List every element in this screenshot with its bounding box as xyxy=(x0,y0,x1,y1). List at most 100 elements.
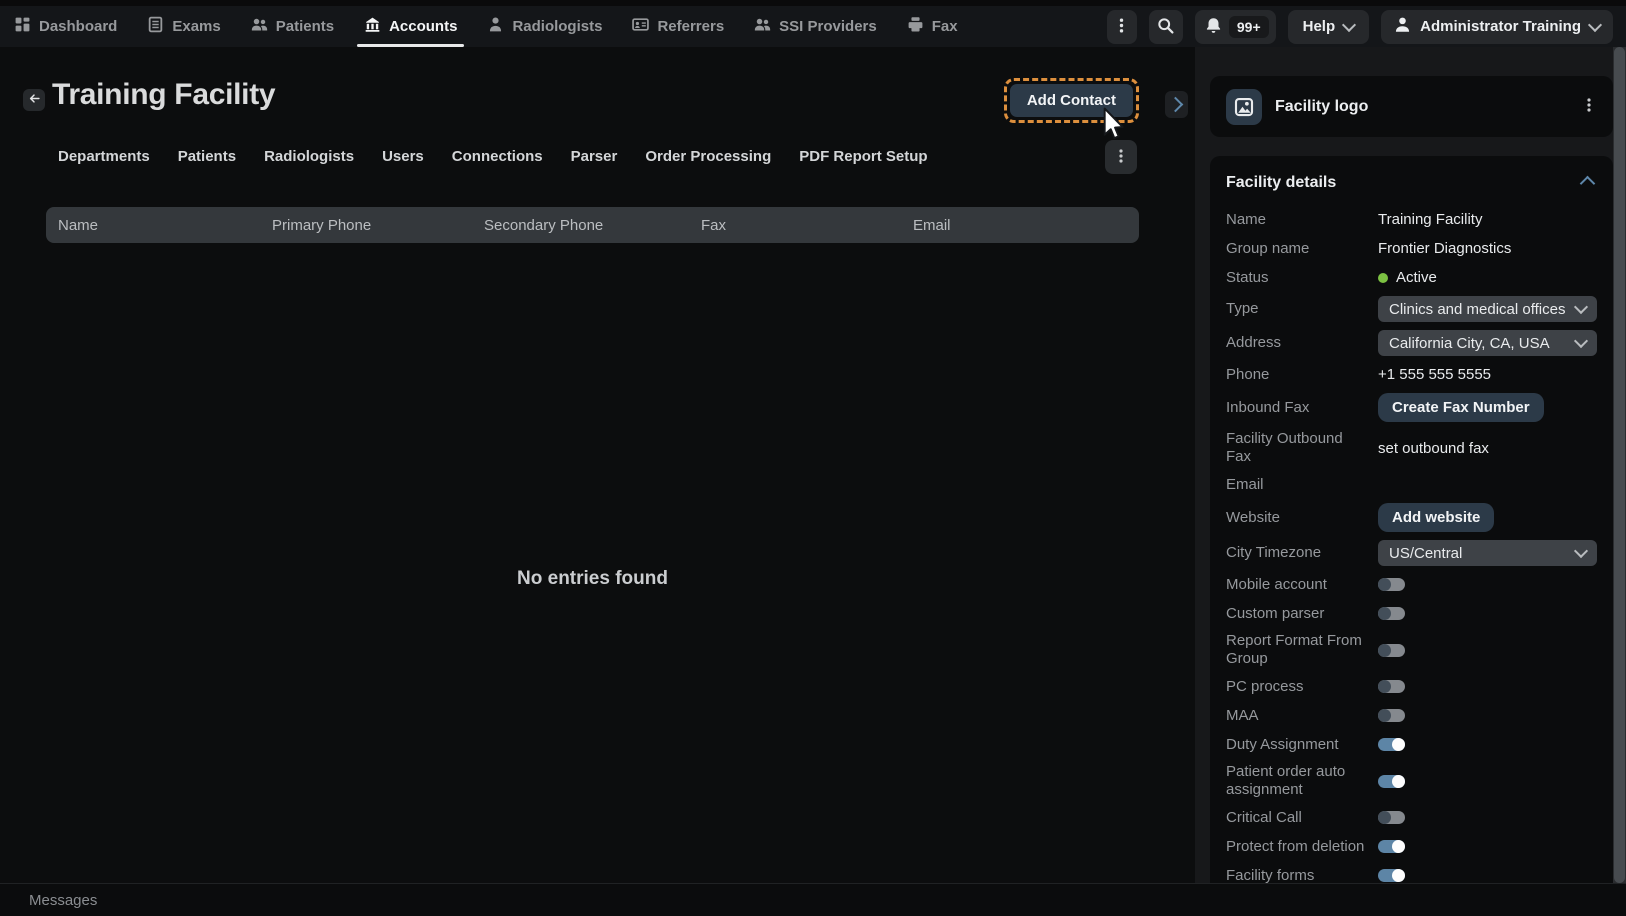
chevron-down-icon xyxy=(1573,333,1589,349)
add-contact-focus-ring: Add Contact xyxy=(1003,78,1139,123)
tab-parser[interactable]: Parser xyxy=(571,148,618,165)
detail-row-pc-process: PC process xyxy=(1226,676,1597,697)
nav-item-referrers[interactable]: Referrers xyxy=(632,6,724,47)
notifications-button[interactable]: 99+ xyxy=(1194,9,1276,44)
group-name-value: Frontier Diagnostics xyxy=(1378,240,1512,257)
toggle-custom-parser[interactable] xyxy=(1378,607,1405,620)
status-bar: Messages xyxy=(0,883,1626,916)
notification-count-badge: 99+ xyxy=(1228,15,1269,38)
detail-row-inbound-fax: Inbound Fax Create Fax Number xyxy=(1226,393,1597,422)
scrollbar-thumb[interactable] xyxy=(1614,47,1625,883)
nav-item-label: Referrers xyxy=(657,18,725,35)
empty-table-message: No entries found xyxy=(517,568,668,589)
detail-label: Duty Assignment xyxy=(1226,735,1339,753)
type-select[interactable]: Clinics and medical offices xyxy=(1378,296,1597,322)
toggle-maa[interactable] xyxy=(1378,709,1405,722)
messages-panel-toggle[interactable]: Messages xyxy=(29,892,97,909)
back-arrow-icon xyxy=(28,92,41,108)
kebab-icon xyxy=(1113,148,1129,167)
facility-outbound-fax-value[interactable]: set outbound fax xyxy=(1378,440,1489,457)
detail-label: Custom parser xyxy=(1226,604,1325,622)
detail-row-name: Name Training Facility xyxy=(1226,209,1597,230)
search-button[interactable] xyxy=(1148,9,1183,44)
chevron-down-icon xyxy=(1573,299,1589,315)
add-contact-button[interactable]: Add Contact xyxy=(1009,84,1133,117)
nav-item-fax[interactable]: Fax xyxy=(907,6,958,47)
detail-label: Report Format From Group xyxy=(1226,632,1362,667)
back-button[interactable] xyxy=(23,89,45,111)
chevron-down-icon xyxy=(1587,17,1603,32)
detail-label: Email xyxy=(1226,475,1264,493)
chevron-right-icon xyxy=(1167,96,1184,113)
topbar-kebab-menu-button[interactable] xyxy=(1106,9,1137,44)
nav-item-label: Exams xyxy=(172,18,221,35)
detail-label: Facility forms xyxy=(1226,866,1315,884)
detail-row-website: Website Add website xyxy=(1226,503,1597,532)
detail-label: Protect from deletion xyxy=(1226,837,1365,855)
tab-departments[interactable]: Departments xyxy=(58,148,150,165)
detail-row-custom-parser: Custom parser xyxy=(1226,603,1597,624)
toggle-critical-call[interactable] xyxy=(1378,811,1405,824)
address-select[interactable]: California City, CA, USA xyxy=(1378,330,1597,356)
create-fax-number-button[interactable]: Create Fax Number xyxy=(1378,393,1544,422)
tab-users[interactable]: Users xyxy=(382,148,424,165)
toggle-report-format-from-group[interactable] xyxy=(1378,643,1405,657)
toggle-duty-assignment[interactable] xyxy=(1378,738,1405,751)
toggle-facility-forms[interactable] xyxy=(1378,869,1405,882)
help-dropdown-button[interactable]: Help xyxy=(1287,9,1370,44)
nav-item-patients[interactable]: Patients xyxy=(251,6,334,47)
user-menu-button[interactable]: Administrator Training xyxy=(1381,9,1613,44)
facility-details-header: Facility details xyxy=(1226,172,1597,194)
ssi-providers-icon xyxy=(754,16,771,37)
detail-row-address: Address California City, CA, USA xyxy=(1226,330,1597,356)
detail-label: Type xyxy=(1226,300,1259,317)
help-label: Help xyxy=(1302,18,1336,35)
detail-row-status: Status Active xyxy=(1226,267,1597,288)
detail-label: Group name xyxy=(1226,239,1310,257)
detail-row-type: Type Clinics and medical offices xyxy=(1226,296,1597,322)
accounts-icon xyxy=(364,16,381,37)
column-header-email: Email xyxy=(913,216,951,234)
column-header-fax: Fax xyxy=(701,216,727,234)
chevron-down-icon xyxy=(1342,17,1357,32)
detail-row-report-format-from-group: Report Format From Group xyxy=(1226,632,1597,668)
collapse-details-button[interactable] xyxy=(1578,172,1597,194)
status-badge: Active xyxy=(1378,269,1437,286)
facility-logo-kebab-button[interactable] xyxy=(1575,91,1603,122)
nav-item-exams[interactable]: Exams xyxy=(147,6,221,47)
detail-label: Phone xyxy=(1226,365,1270,383)
toggle-protect-from-deletion[interactable] xyxy=(1378,840,1405,853)
tab-radiologists[interactable]: Radiologists xyxy=(264,148,354,165)
column-header-secondary-phone: Secondary Phone xyxy=(484,216,604,234)
exams-icon xyxy=(147,16,164,37)
collapse-sidebar-button[interactable] xyxy=(1165,91,1188,118)
detail-row-phone: Phone +1 555 555 5555 xyxy=(1226,364,1597,385)
tab-connections[interactable]: Connections xyxy=(452,148,543,165)
radiologist-icon xyxy=(487,16,504,37)
tab-order-processing[interactable]: Order Processing xyxy=(645,148,771,165)
city-timezone-select[interactable]: US/Central xyxy=(1378,540,1597,566)
nav-item-dashboard[interactable]: Dashboard xyxy=(14,6,117,47)
nav-item-label: Radiologists xyxy=(512,18,603,35)
tabs-overflow-kebab-button[interactable] xyxy=(1105,140,1137,174)
add-website-button[interactable]: Add website xyxy=(1378,503,1495,532)
tab-pdf-report-setup[interactable]: PDF Report Setup xyxy=(799,148,927,165)
nav-item-label: Accounts xyxy=(389,18,458,35)
nav-item-radiologists[interactable]: Radiologists xyxy=(487,6,602,47)
toggle-patient-order-auto-assignment[interactable] xyxy=(1378,774,1405,788)
detail-row-protect-from-deletion: Protect from deletion xyxy=(1226,836,1597,857)
column-header-primary-phone: Primary Phone xyxy=(272,216,372,234)
user-name-label: Administrator Training xyxy=(1420,18,1581,35)
nav-item-ssi-providers[interactable]: SSI Providers xyxy=(754,6,877,47)
tab-patients[interactable]: Patients xyxy=(178,148,236,165)
nav-item-accounts[interactable]: Accounts xyxy=(357,6,465,47)
scrollbar[interactable] xyxy=(1613,47,1626,883)
detail-row-facility-forms: Facility forms xyxy=(1226,865,1597,883)
toggle-mobile-account[interactable] xyxy=(1378,578,1405,591)
fax-icon xyxy=(907,16,924,37)
toggle-pc-process[interactable] xyxy=(1378,680,1405,693)
kebab-icon xyxy=(1581,97,1597,116)
topbar-actions: 99+ Help Administrator Training xyxy=(1106,9,1626,44)
app-screen: Dashboard Exams Patients Accounts Radiol… xyxy=(0,0,1626,916)
detail-row-maa: MAA xyxy=(1226,705,1597,726)
